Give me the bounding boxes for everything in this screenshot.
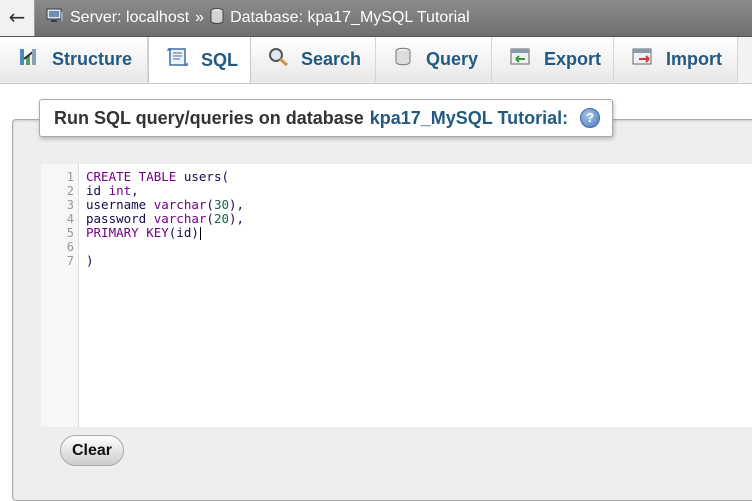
line-number: 4 [66,212,74,226]
server-icon [46,8,64,29]
database-icon [210,7,224,29]
text-cursor [199,227,201,240]
panel-heading-text: Run SQL query/queries on database [54,107,364,128]
sql-number: 30 [213,197,230,212]
tab-label: Structure [52,49,133,69]
structure-icon [18,47,42,72]
code-line: PRIMARY KEY(id) [86,225,201,240]
tab-sql[interactable]: SQL [148,37,251,83]
search-icon [267,47,291,72]
tab-query[interactable]: Query [376,37,492,82]
sql-icon [165,47,191,74]
breadcrumb-database-label: Database: kpa17_MySQL Tutorial [230,9,470,26]
code-line: ) [86,253,94,268]
tab-label: Export [544,49,602,69]
back-arrow-icon[interactable]: ← [0,0,35,36]
code-line: id int, [86,183,139,198]
breadcrumb-database[interactable]: Database: kpa17_MySQL Tutorial [210,7,470,29]
breadcrumb: Server: localhost » Database: kpa17_MySQ… [46,0,470,36]
tab-import[interactable]: Import [614,37,738,82]
sql-keyword: varchar [153,197,207,212]
sql-editor[interactable]: 1 2 3 4 5 6 7 CREATE TABLE users( id int… [41,164,752,427]
tab-search[interactable]: Search [251,37,376,82]
tab-bar: Structure SQL Search Query Export Import [0,37,752,84]
sql-keyword: PRIMARY KEY [86,225,169,240]
code-line: username varchar(30), [86,197,245,212]
query-icon [394,47,416,72]
clear-button[interactable]: Clear [60,435,124,466]
line-number: 7 [66,254,74,268]
import-icon [630,47,656,72]
line-number: 3 [66,198,74,212]
help-icon[interactable]: ? [580,108,601,128]
code-line: CREATE TABLE users( [86,169,229,184]
tab-label: Query [426,49,479,69]
line-number: 1 [66,170,74,184]
line-number: 6 [66,240,74,254]
breadcrumb-bar: ← Server: localhost » Database: kpa17_My… [0,0,752,37]
editor-gutter: 1 2 3 4 5 6 7 [41,164,79,427]
breadcrumb-server[interactable]: Server: localhost [46,8,189,29]
sql-keyword: CREATE TABLE [86,169,177,184]
panel-heading: Run SQL query/queries on database kpa17_… [39,99,614,137]
tab-structure[interactable]: Structure [0,37,148,82]
breadcrumb-server-label: Server: localhost [70,9,190,26]
tab-label: SQL [201,49,239,70]
sql-keyword: varchar [153,211,207,226]
tab-label: Search [301,49,362,69]
code-line: password varchar(20), [86,211,245,226]
line-number: 2 [66,184,74,198]
sql-number: 20 [213,211,230,226]
tab-export[interactable]: Export [492,37,614,82]
line-number: 5 [66,226,74,240]
export-icon [508,47,534,72]
panel-database-link[interactable]: kpa17_MySQL Tutorial: [370,108,568,129]
tab-label: Import [666,49,722,69]
sql-keyword: int [108,183,132,198]
breadcrumb-separator: » [195,9,205,26]
